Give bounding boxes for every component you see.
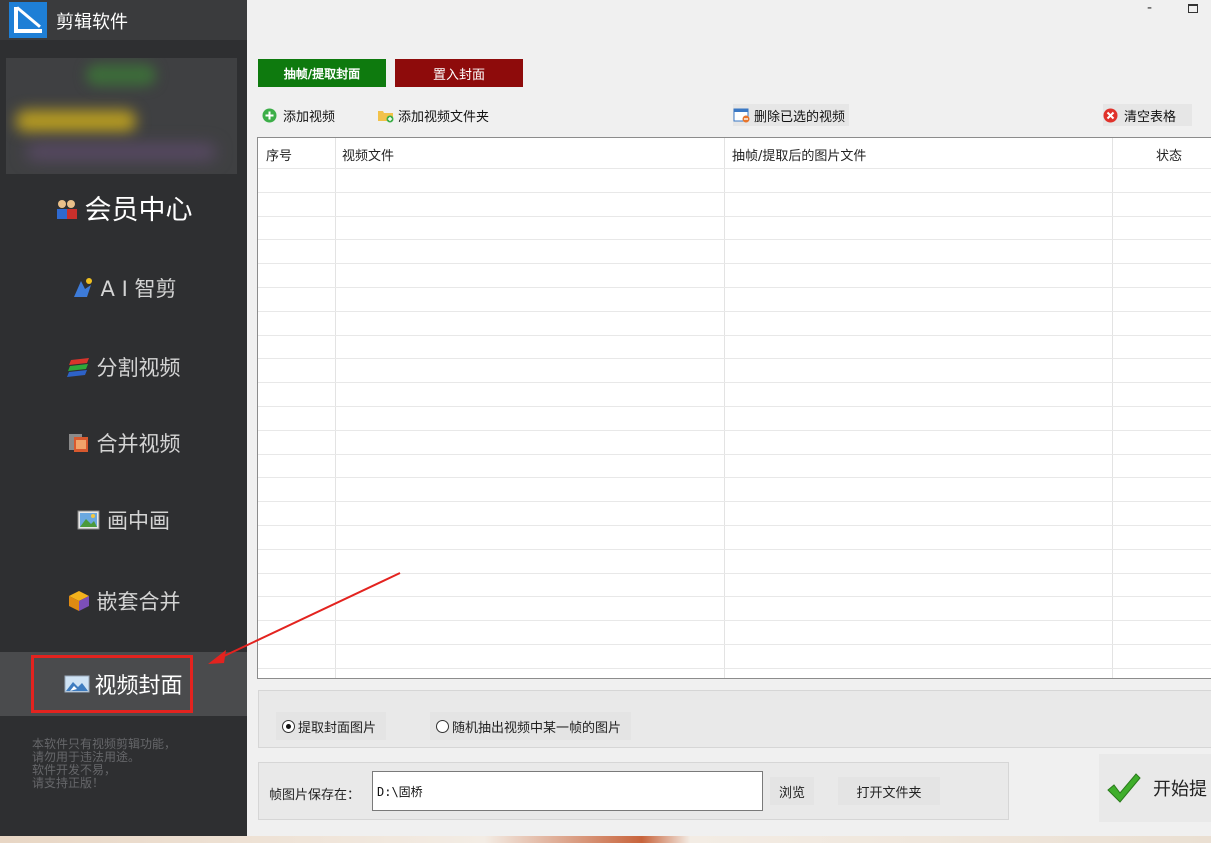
column-header-index[interactable]: 序号	[266, 145, 292, 164]
sidebar-item-nest[interactable]: 嵌套合并	[0, 576, 247, 626]
sidebar-item-label: 会员中心	[84, 194, 193, 226]
table-row-divider	[258, 263, 1211, 265]
table-row-divider	[258, 215, 1211, 217]
sidebar-item-label: 合并视频	[96, 432, 181, 456]
table-row-divider	[258, 572, 1211, 574]
table-row-divider	[258, 596, 1211, 598]
cover-highlight-box	[31, 655, 193, 713]
table-row-divider	[258, 453, 1211, 455]
sidebar-item-member[interactable]: 会员中心	[0, 182, 247, 232]
table-row-divider	[258, 477, 1211, 479]
video-table[interactable]: 序号 视频文件 抽帧/提取后的图片文件 状态	[257, 137, 1211, 679]
copyright-notice: 本软件只有视频剪辑功能， 请勿用于违法用途。 软件开发不易， 请支持正版！	[32, 738, 242, 790]
table-row-divider	[258, 644, 1211, 645]
checkmark-icon	[1105, 770, 1141, 806]
sidebar-item-label: 画中画	[107, 509, 170, 533]
clear-x-icon	[1103, 108, 1118, 123]
column-header-status[interactable]: 状态	[1156, 145, 1182, 164]
delete-selected-label: 删除已选的视频	[754, 109, 846, 125]
save-path-label: 帧图片保存在：	[269, 788, 361, 803]
column-header-video-file[interactable]: 视频文件	[342, 145, 394, 164]
sidebar-item-merge[interactable]: 合并视频	[0, 418, 247, 468]
sidebar-item-label: 分割视频	[96, 356, 181, 380]
sidebar-item-split[interactable]: 分割视频	[0, 342, 247, 392]
bottom-decoration	[0, 836, 1211, 843]
promo-banner[interactable]	[6, 58, 237, 174]
browse-button[interactable]: 浏览	[770, 777, 814, 805]
clear-table-button[interactable]: 清空表格	[1103, 104, 1193, 126]
table-row-divider	[258, 525, 1211, 526]
table-row-divider	[258, 191, 1211, 193]
tab-extract-cover[interactable]: 抽帧/提取封面	[258, 59, 386, 87]
table-row-divider	[258, 382, 1211, 384]
radio-extract-cover-label: 提取封面图片	[298, 720, 377, 736]
table-row-divider	[258, 548, 1211, 550]
tab-embed-cover[interactable]: 置入封面	[395, 59, 523, 87]
table-row-divider	[258, 667, 1211, 669]
sidebar-item-pip[interactable]: 画中画	[0, 495, 247, 545]
folder-add-icon	[377, 108, 394, 123]
minimize-button[interactable]: -	[1147, 0, 1152, 16]
column-header-image-file[interactable]: 抽帧/提取后的图片文件	[732, 145, 866, 164]
ai-icon	[71, 277, 95, 299]
radio-extract-cover[interactable]: 提取封面图片	[276, 712, 387, 740]
notice-line: 请支持正版！	[32, 776, 105, 790]
delete-selected-button[interactable]: 删除已选的视频	[733, 104, 850, 126]
save-path-input[interactable]	[372, 771, 763, 811]
nest-icon	[67, 590, 91, 612]
table-row-divider	[258, 168, 1211, 169]
add-video-label: 添加视频	[283, 109, 336, 125]
table-row-divider	[258, 429, 1211, 431]
radio-random-frame-label: 随机抽出视频中某一帧的图片	[452, 720, 622, 736]
merge-icon	[67, 432, 91, 454]
add-folder-label: 添加视频文件夹	[398, 109, 490, 125]
maximize-button[interactable]	[1188, 4, 1198, 13]
radio-random-frame[interactable]: 随机抽出视频中某一帧的图片	[430, 712, 632, 740]
sidebar: 剪辑软件 会员中心 A I 智剪 分割视频 合并视频 画中画 嵌套合并 视频封面…	[0, 0, 247, 843]
table-row-divider	[258, 310, 1211, 312]
add-video-button[interactable]: 添加视频	[262, 104, 335, 126]
table-row-divider	[258, 620, 1211, 622]
member-icon	[55, 196, 79, 219]
table-row-divider	[258, 334, 1211, 336]
sidebar-item-ai[interactable]: A I 智剪	[0, 263, 247, 313]
table-row-divider	[258, 406, 1211, 407]
table-row-divider	[258, 287, 1211, 288]
radio-checked-icon	[282, 719, 295, 733]
table-row-divider	[258, 239, 1211, 241]
radio-unchecked-icon	[436, 719, 449, 733]
add-folder-button[interactable]: 添加视频文件夹	[377, 104, 489, 126]
options-panel	[258, 690, 1211, 748]
table-row-divider	[258, 501, 1211, 503]
start-label: 开始提	[1153, 779, 1207, 800]
start-button[interactable]: 开始提	[1099, 754, 1211, 822]
table-header: 序号 视频文件 抽帧/提取后的图片文件 状态	[258, 138, 1211, 168]
table-row-divider	[258, 358, 1211, 360]
app-header: 剪辑软件	[0, 0, 247, 40]
add-circle-icon	[262, 108, 277, 123]
app-title: 剪辑软件	[56, 12, 128, 33]
split-icon	[66, 356, 91, 378]
clear-table-label: 清空表格	[1124, 109, 1177, 125]
sidebar-item-label: 嵌套合并	[96, 590, 181, 614]
sidebar-item-label: A I 智剪	[100, 277, 177, 301]
open-folder-button[interactable]: 打开文件夹	[838, 777, 940, 805]
delete-icon	[733, 108, 750, 123]
picture-in-picture-icon	[77, 509, 101, 531]
app-logo-icon	[9, 2, 47, 38]
